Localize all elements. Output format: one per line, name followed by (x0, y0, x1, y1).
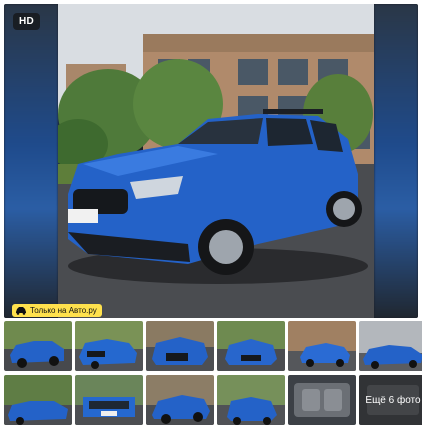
thumbnail-5[interactable] (288, 321, 356, 371)
thumbnail-2[interactable] (75, 321, 143, 371)
blurred-backdrop-left (4, 4, 58, 318)
more-photos-label[interactable]: Ещё 6 фото (359, 375, 422, 425)
thumbnail-strip: Ещё 6 фото (2, 319, 422, 425)
main-car-photo[interactable] (58, 4, 374, 318)
blurred-backdrop-right (374, 4, 418, 318)
exclusive-badge: Только на Авто.ру (12, 304, 102, 317)
car-icon (16, 307, 26, 315)
photo-gallery: HD Только на Авто.ру Ещё 6 фото (0, 0, 422, 425)
thumbnail-7[interactable] (4, 375, 72, 425)
thumbnail-9[interactable] (146, 375, 214, 425)
thumbnail-6[interactable] (359, 321, 422, 371)
exclusive-badge-label: Только на Авто.ру (30, 306, 97, 315)
thumbnail-11[interactable] (288, 375, 356, 425)
main-photo-viewer[interactable]: HD Только на Авто.ру (4, 4, 418, 318)
thumbnail-8[interactable] (75, 375, 143, 425)
thumbnail-10[interactable] (217, 375, 285, 425)
thumbnail-1[interactable] (2, 319, 74, 373)
thumbnail-12-more[interactable]: Ещё 6 фото (359, 375, 422, 425)
hd-badge: HD (13, 13, 41, 30)
thumbnail-4[interactable] (217, 321, 285, 371)
thumbnail-3[interactable] (146, 321, 214, 371)
